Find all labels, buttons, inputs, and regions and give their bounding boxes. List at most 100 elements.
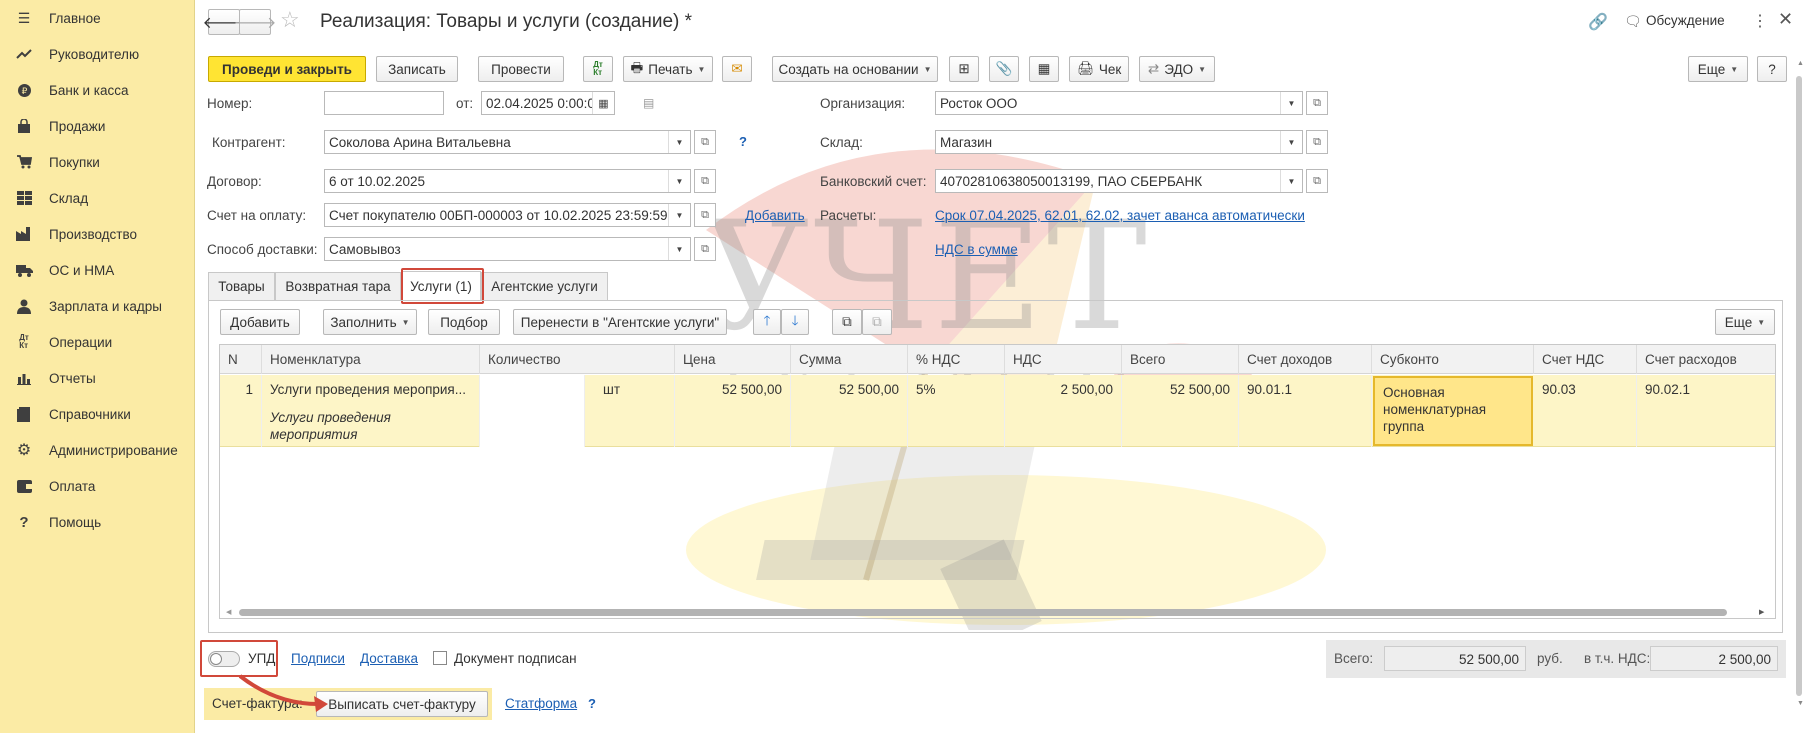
chevron-down-icon[interactable]: ▼ (668, 238, 690, 260)
vat-in-sum-link[interactable]: НДС в сумме (935, 242, 1018, 257)
issue-invoice-button[interactable]: Выписать счет-фактуру (316, 691, 488, 717)
edo-button[interactable]: ⇄ ЭДО ▼ (1139, 56, 1215, 82)
cell-n[interactable]: 1 (220, 375, 262, 447)
column-header-income-account[interactable]: Счет доходов (1239, 345, 1372, 374)
copy-rows-button[interactable]: ⧉ (832, 309, 862, 335)
sidebar-item-purchases[interactable]: Покупки (0, 148, 195, 176)
table-more-button[interactable]: Еще ▼ (1715, 309, 1775, 335)
cell-vat-rate[interactable]: 5% (908, 375, 1005, 447)
cell-total[interactable]: 52 500,00 (1122, 375, 1239, 447)
cell-vat-account[interactable]: 90.03 (1534, 375, 1637, 447)
number-input[interactable] (324, 91, 444, 115)
chevron-down-icon[interactable]: ▼ (668, 170, 690, 192)
vertical-scrollbar[interactable] (1796, 76, 1802, 696)
chevron-down-icon[interactable]: ▼ (668, 131, 690, 153)
counterparty-open-button[interactable]: ⧉ (694, 130, 716, 154)
date-input[interactable]: 02.04.2025 0:00:00 ▦ (481, 91, 615, 115)
chevron-down-icon[interactable]: ▼ (1280, 131, 1302, 153)
column-header-n[interactable]: N (220, 345, 262, 374)
structure-button[interactable]: ⊞ (949, 56, 979, 82)
paste-rows-button[interactable]: ⧉ (862, 309, 892, 335)
scroll-right-icon[interactable]: ▶ (1759, 608, 1764, 616)
delivery-link[interactable]: Доставка (360, 651, 418, 666)
sidebar-item-references[interactable]: Справочники (0, 400, 195, 428)
history-icon[interactable]: ▤ (643, 96, 654, 110)
sidebar-item-salary[interactable]: Зарплата и кадры (0, 292, 195, 320)
star-icon[interactable]: ☆ (280, 7, 300, 33)
calendar-icon[interactable]: ▦ (592, 92, 614, 114)
sidebar-item-bank[interactable]: ₽ Банк и касса (0, 76, 195, 104)
scroll-down-icon[interactable]: ▼ (1797, 700, 1803, 707)
upd-toggle[interactable] (208, 651, 240, 667)
selection-button[interactable]: Подбор (428, 309, 500, 335)
cell-income-account[interactable]: 90.01.1 (1239, 375, 1372, 447)
settlements-link[interactable]: Срок 07.04.2025, 62.01, 62.02, зачет ава… (935, 208, 1305, 223)
cell-unit[interactable]: шт (585, 375, 675, 447)
bank-account-input[interactable]: 40702810638050013199, ПАО СБЕРБАНК ▼ (935, 169, 1303, 193)
horizontal-scrollbar[interactable] (239, 609, 1727, 616)
invoice-open-button[interactable]: ⧉ (694, 203, 716, 227)
sidebar-item-payment[interactable]: Оплата (0, 472, 195, 500)
email-button[interactable]: ✉ (722, 56, 752, 82)
sidebar-item-help[interactable]: ? Помощь (0, 508, 195, 536)
move-to-agent-services-button[interactable]: Перенести в "Агентские услуги" (513, 309, 727, 335)
signatures-link[interactable]: Подписи (291, 651, 345, 666)
tab-goods[interactable]: Товары (208, 272, 275, 300)
sidebar-item-admin[interactable]: ⚙ Администрирование (0, 436, 195, 464)
statform-link[interactable]: Статформа (505, 696, 577, 711)
counterparty-input[interactable]: Соколова Арина Витальевна ▼ (324, 130, 691, 154)
scroll-left-icon[interactable]: ◀ (226, 608, 236, 616)
tab-services[interactable]: Услуги (1) (401, 271, 481, 301)
column-header-expense-account[interactable]: Счет расходов (1637, 345, 1775, 374)
counterparty-help-icon[interactable]: ? (739, 134, 747, 149)
forward-button[interactable]: 🡒 (234, 9, 276, 35)
move-up-button[interactable]: 🡑 (753, 309, 781, 335)
sidebar-item-reports[interactable]: Отчеты (0, 364, 195, 392)
column-header-quantity[interactable]: Количество (480, 345, 675, 374)
cell-quantity[interactable] (480, 375, 585, 447)
chevron-down-icon[interactable]: ▼ (1280, 170, 1302, 192)
more-button[interactable]: Еще ▼ (1688, 56, 1748, 82)
scroll-up-icon[interactable]: ▲ (1797, 60, 1803, 67)
sidebar-item-sales[interactable]: Продажи (0, 112, 195, 140)
cell-subconto[interactable]: Основная номенклатурная группа (1373, 376, 1533, 446)
column-header-vat-account[interactable]: Счет НДС (1534, 345, 1637, 374)
sidebar-item-main[interactable]: ☰ Главное (0, 4, 195, 32)
delivery-method-input[interactable]: Самовывоз ▼ (324, 237, 691, 261)
column-header-vat[interactable]: НДС (1005, 345, 1122, 374)
cell-price[interactable]: 52 500,00 (675, 375, 791, 447)
tab-returnable-packaging[interactable]: Возвратная тара (275, 272, 401, 300)
invoice-input[interactable]: Счет покупателю 00БП-000003 от 10.02.202… (324, 203, 691, 227)
sidebar-item-production[interactable]: Производство (0, 220, 195, 248)
add-row-button[interactable]: Добавить (220, 309, 300, 335)
print-button[interactable]: 🖶 Печать ▼ (623, 56, 713, 82)
warehouse-input[interactable]: Магазин ▼ (935, 130, 1303, 154)
create-based-on-button[interactable]: Создать на основании ▼ (772, 56, 938, 82)
column-header-total[interactable]: Всего (1122, 345, 1239, 374)
contract-input[interactable]: 6 от 10.02.2025 ▼ (324, 169, 691, 193)
cell-sum[interactable]: 52 500,00 (791, 375, 908, 447)
contract-open-button[interactable]: ⧉ (694, 169, 716, 193)
bank-account-open-button[interactable]: ⧉ (1306, 169, 1328, 193)
sidebar-item-manager[interactable]: Руководителю (0, 40, 195, 68)
sidebar-item-assets[interactable]: ОС и НМА (0, 256, 195, 284)
post-and-close-button[interactable]: Проведи и закрыть (208, 56, 366, 82)
sidebar-item-warehouse[interactable]: Склад (0, 184, 195, 212)
receipt-button[interactable]: 🖨 Чек (1069, 56, 1129, 82)
help-button[interactable]: ? (1757, 56, 1787, 82)
calculator-button[interactable]: ▦ (1029, 56, 1059, 82)
column-header-vat-rate[interactable]: % НДС (908, 345, 1005, 374)
save-button[interactable]: Записать (376, 56, 458, 82)
move-down-button[interactable]: 🡓 (781, 309, 809, 335)
tab-agent-services[interactable]: Агентские услуги (481, 272, 608, 300)
cell-nomenclature[interactable]: Услуги проведения мероприя... Услуги про… (262, 375, 480, 447)
warehouse-open-button[interactable]: ⧉ (1306, 130, 1328, 154)
column-header-price[interactable]: Цена (675, 345, 791, 374)
cell-expense-account[interactable]: 90.02.1 (1637, 375, 1775, 447)
organization-open-button[interactable]: ⧉ (1306, 91, 1328, 115)
close-icon[interactable]: ✕ (1778, 9, 1793, 30)
cell-vat[interactable]: 2 500,00 (1005, 375, 1122, 447)
discussion-link[interactable]: Обсуждение (1646, 13, 1725, 28)
dt-kt-button[interactable]: Дт Кт (583, 56, 613, 82)
column-header-nomenclature[interactable]: Номенклатура (262, 345, 480, 374)
